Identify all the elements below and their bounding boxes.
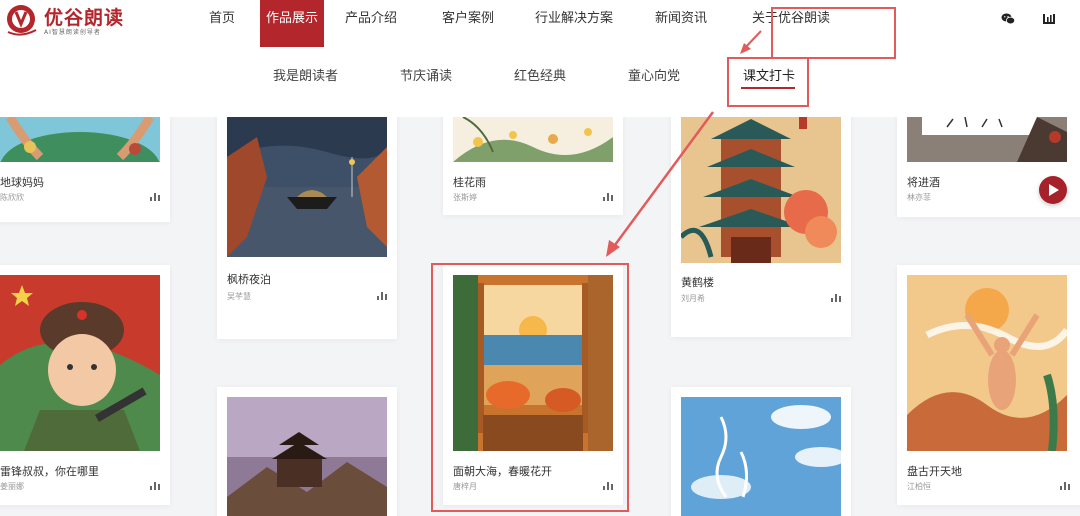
work-cover-image (227, 397, 387, 516)
work-title: 雷锋叔叔，你在哪里 (0, 465, 99, 478)
nav-home[interactable]: 首页 (186, 0, 258, 47)
nav-news[interactable]: 新闻资讯 (630, 0, 732, 47)
audio-bars-icon (150, 482, 160, 490)
subnav-kids-party[interactable]: 童心向党 (628, 65, 680, 84)
nav-cases[interactable]: 客户案例 (418, 0, 518, 47)
brand-logo[interactable]: 优谷朗读 AI智慧朗读创导者 (4, 2, 164, 38)
highlight-box-featured-work (431, 263, 629, 512)
work-cover-image (681, 397, 841, 516)
work-cover-image (681, 117, 841, 263)
audio-bars-icon (377, 292, 387, 300)
work-card[interactable]: 雷锋叔叔，你在哪里 姜丽娜 (0, 265, 170, 505)
work-author: 林亦菲 (907, 193, 931, 202)
work-card[interactable]: 地球妈妈 陈欣欣 (0, 117, 170, 222)
subnav-red-classics[interactable]: 红色经典 (514, 65, 566, 84)
subnav-reader[interactable]: 我是朗读者 (273, 65, 338, 84)
work-author: 江柏恒 (907, 482, 931, 491)
work-card[interactable]: 枫桥夜泊 吴芊慧 (217, 117, 397, 339)
work-title: 桂花雨 (453, 176, 486, 189)
work-author: 陈欣欣 (0, 193, 24, 202)
audio-bars-icon (603, 193, 613, 201)
work-cover-image (0, 117, 160, 162)
top-header: 优谷朗读 AI智慧朗读创导者 首页 作品展示 产品介绍 客户案例 行业解决方案 … (0, 0, 1080, 47)
work-card[interactable]: 盘古开天地 江柏恒 (897, 265, 1080, 505)
play-icon (1049, 184, 1059, 196)
work-author: 吴芊慧 (227, 292, 251, 301)
nav-products[interactable]: 产品介绍 (324, 0, 418, 47)
nav-solutions[interactable]: 行业解决方案 (518, 0, 630, 47)
work-cover-image (0, 275, 160, 451)
audio-bars-icon (150, 193, 160, 201)
weibo-icon[interactable] (1042, 12, 1056, 26)
work-title: 枫桥夜泊 (227, 273, 271, 286)
highlight-box-checkin (727, 57, 809, 107)
highlight-box-about (771, 7, 896, 59)
work-card[interactable] (217, 387, 397, 516)
work-card[interactable]: 桂花雨 张斯婷 (443, 117, 623, 215)
category-subnav: 我是朗读者 节庆诵读 红色经典 童心向党 课文打卡 (0, 47, 1080, 117)
brand-name: 优谷朗读 (44, 7, 125, 29)
work-author: 刘月希 (681, 294, 705, 303)
work-author: 姜丽娜 (0, 482, 24, 491)
wechat-icon[interactable] (1001, 12, 1015, 26)
work-author: 张斯婷 (453, 193, 477, 202)
brand-tagline: AI智慧朗读创导者 (44, 29, 101, 36)
nav-works[interactable]: 作品展示 (260, 0, 324, 47)
work-cover-image (907, 275, 1067, 451)
logo-mark-icon (7, 5, 37, 36)
floating-play-button[interactable] (1039, 176, 1067, 204)
work-title: 将进酒 (907, 176, 940, 189)
audio-bars-icon (1060, 482, 1070, 490)
work-title: 盘古开天地 (907, 465, 962, 478)
work-title: 黄鹤楼 (681, 276, 714, 289)
subnav-festival[interactable]: 节庆诵读 (400, 65, 452, 84)
main-nav: 首页 作品展示 产品介绍 客户案例 行业解决方案 新闻资讯 关于优谷朗读 (186, 0, 850, 47)
work-cover-image (227, 117, 387, 257)
work-card[interactable]: 黄鹤楼 刘月希 (671, 117, 851, 337)
work-card[interactable] (671, 387, 851, 516)
work-cover-image (453, 117, 613, 162)
work-cover-image (907, 117, 1067, 162)
work-title: 地球妈妈 (0, 176, 44, 189)
audio-bars-icon (831, 294, 841, 302)
